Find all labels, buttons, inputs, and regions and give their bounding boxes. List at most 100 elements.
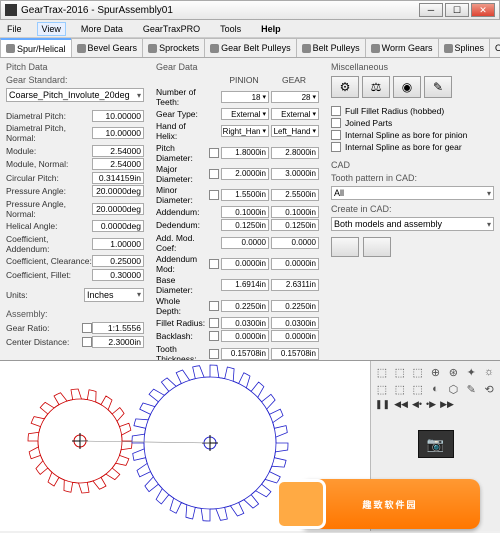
view-icon[interactable]: ☼ [482, 365, 496, 379]
field-input[interactable]: 0.30000 [92, 269, 144, 281]
field-input[interactable]: 20.0000deg [92, 203, 144, 215]
tab-gear-belt[interactable]: Gear Belt Pulleys [204, 38, 297, 57]
minimize-button[interactable]: ─ [419, 3, 443, 17]
pinion-input[interactable]: 18 [221, 91, 269, 103]
gear-input[interactable]: 28 [271, 91, 319, 103]
misc-btn-1[interactable]: ⚙ [331, 76, 359, 98]
maximize-button[interactable]: ☐ [445, 3, 469, 17]
view-icon[interactable]: ⊛ [446, 365, 460, 379]
rewind-icon[interactable]: ◀◀ [394, 399, 408, 410]
field-input[interactable]: 20.0000deg [92, 185, 144, 197]
pinion-input[interactable]: 2.0000in [221, 168, 269, 180]
view-icon[interactable]: ⬚ [375, 382, 389, 396]
view-icon[interactable]: ⬚ [411, 382, 425, 396]
field-input[interactable]: 1.00000 [92, 238, 144, 250]
tab-splines[interactable]: Splines [438, 38, 491, 57]
gear-input[interactable]: 2.6311in [271, 279, 319, 291]
gear-input[interactable]: 0.0000in [271, 258, 319, 270]
step-fwd-icon[interactable]: •▶ [426, 399, 436, 410]
tab-worm[interactable]: Worm Gears [365, 38, 439, 57]
misc-btn-4[interactable]: ✎ [424, 76, 452, 98]
field-input[interactable]: 2.54000 [92, 145, 144, 157]
gear-input[interactable]: External [271, 108, 319, 120]
option-check[interactable] [331, 106, 341, 116]
menu-help[interactable]: Help [256, 22, 286, 36]
menu-tools[interactable]: Tools [215, 22, 246, 36]
gear-input[interactable]: 2.5500in [271, 189, 319, 201]
menu-geartraxpro[interactable]: GearTraxPRO [138, 22, 205, 36]
row-check[interactable] [209, 331, 219, 341]
pinion-input[interactable]: 0.1000in [221, 206, 269, 218]
option-check[interactable] [331, 118, 341, 128]
option-check[interactable] [331, 130, 341, 140]
gear-input[interactable]: 0.1000in [271, 206, 319, 218]
forward-icon[interactable]: ▶▶ [440, 399, 454, 410]
gear-input[interactable]: 0.2250in [271, 300, 319, 312]
menu-more-data[interactable]: More Data [76, 22, 128, 36]
tab-bevel[interactable]: Bevel Gears [71, 38, 144, 57]
field-input[interactable]: 0.0000deg [92, 220, 144, 232]
view-icon[interactable]: ✎ [464, 382, 478, 396]
menu-view[interactable]: View [37, 22, 66, 36]
view-icon[interactable]: ⟲ [482, 382, 496, 396]
pinion-input[interactable]: 1.8000in [221, 147, 269, 159]
units-combo[interactable]: Inches [84, 288, 144, 302]
step-back-icon[interactable]: ◀• [412, 399, 422, 410]
field-input[interactable]: 0.25000 [92, 255, 144, 267]
pinion-input[interactable]: 0.0300in [221, 317, 269, 329]
cad-grid-btn-1[interactable] [331, 237, 359, 257]
option-check[interactable] [331, 142, 341, 152]
pinion-input[interactable]: 1.6914in [221, 279, 269, 291]
close-button[interactable]: ✕ [471, 3, 495, 17]
view-icon[interactable]: ⬚ [393, 382, 407, 396]
row-check[interactable] [209, 190, 219, 200]
pinion-input[interactable]: 0.2250in [221, 300, 269, 312]
gear-ratio-check[interactable] [82, 323, 92, 333]
gear-input[interactable]: 3.0000in [271, 168, 319, 180]
tab-options[interactable]: Options [489, 38, 500, 57]
view-icon[interactable]: ⬚ [411, 365, 425, 379]
gear-standard-combo[interactable]: Coarse_Pitch_Involute_20deg [6, 88, 144, 102]
menu-file[interactable]: File [2, 22, 27, 36]
pinion-input[interactable]: 0.1250in [221, 219, 269, 231]
view-icon[interactable]: ⬡ [446, 382, 460, 396]
gear-input[interactable]: 0.1250in [271, 219, 319, 231]
center-distance-check[interactable] [82, 337, 92, 347]
cad-grid-btn-2[interactable] [363, 237, 391, 257]
pinion-input[interactable]: 1.5500in [221, 189, 269, 201]
view-icon[interactable]: ⊕ [429, 365, 443, 379]
tooth-pattern-combo[interactable]: All [331, 186, 494, 200]
field-input[interactable]: 10.00000 [92, 110, 144, 122]
row-check[interactable] [209, 301, 219, 311]
pause-icon[interactable]: ❚❚ [375, 399, 390, 410]
field-input[interactable]: 0.314159in [92, 172, 144, 184]
misc-btn-2[interactable]: ⚖ [362, 76, 390, 98]
row-check[interactable] [209, 259, 219, 269]
tab-spur-helical[interactable]: Spur/Helical [0, 38, 72, 57]
view-icon[interactable]: ◐ [429, 382, 443, 396]
view-icon[interactable]: ✦ [464, 365, 478, 379]
misc-btn-3[interactable]: ◉ [393, 76, 421, 98]
pinion-input[interactable]: 0.0000 [221, 237, 269, 249]
pinion-input[interactable]: Right_Han [221, 125, 269, 137]
gear-input[interactable]: 0.0300in [271, 317, 319, 329]
field-input[interactable]: 10.00000 [92, 127, 144, 139]
row-check[interactable] [209, 148, 219, 158]
pinion-input[interactable]: External [221, 108, 269, 120]
pinion-input[interactable]: 0.0000in [221, 330, 269, 342]
view-icon[interactable]: ⬚ [393, 365, 407, 379]
tab-belt[interactable]: Belt Pulleys [296, 38, 366, 57]
create-cad-combo[interactable]: Both models and assembly [331, 217, 494, 231]
view-icon[interactable]: ⬚ [375, 365, 389, 379]
gear-input[interactable]: 2.8000in [271, 147, 319, 159]
snapshot-button[interactable]: 📷 [418, 430, 454, 458]
pinion-input[interactable]: 0.0000in [221, 258, 269, 270]
gear-input[interactable]: 0.0000in [271, 330, 319, 342]
center-distance-input[interactable]: 2.3000in [92, 336, 144, 348]
gear-input[interactable]: Left_Hand [271, 125, 319, 137]
gear-ratio-input[interactable]: 1:1.5556 [92, 322, 144, 334]
row-check[interactable] [209, 169, 219, 179]
field-input[interactable]: 2.54000 [92, 158, 144, 170]
gear-input[interactable]: 0.0000 [271, 237, 319, 249]
tab-sprockets[interactable]: Sprockets [142, 38, 205, 57]
